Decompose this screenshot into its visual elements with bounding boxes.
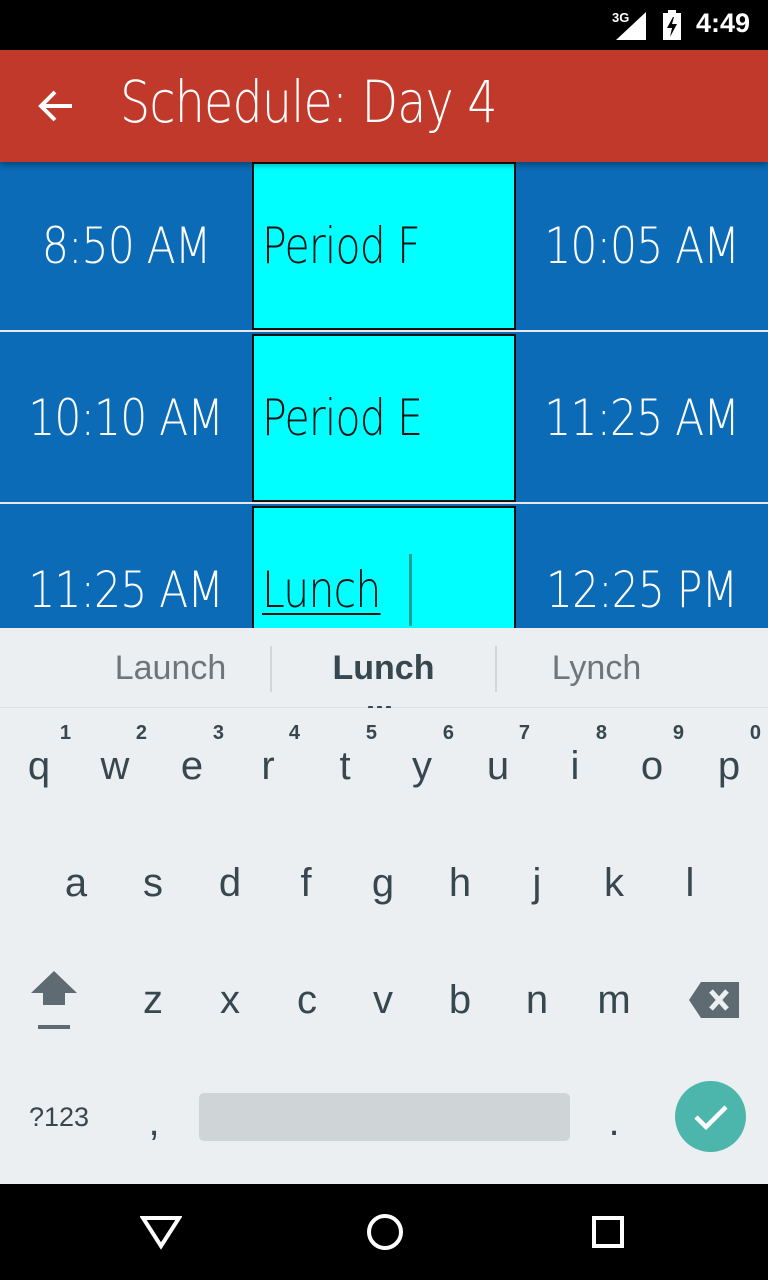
key-g[interactable]: g (345, 825, 421, 941)
key-i[interactable]: i8 (537, 708, 613, 824)
start-time[interactable]: 8:50 AM (0, 162, 252, 330)
key-c[interactable]: c (269, 942, 345, 1058)
checkmark-icon (693, 1104, 728, 1130)
key-h[interactable]: h (422, 825, 498, 941)
app-bar: Schedule: Day 4 (0, 50, 768, 162)
period-field[interactable]: Period F (252, 162, 516, 330)
shift-icon (31, 971, 77, 1029)
status-clock: 4:49 (696, 8, 751, 38)
key-z[interactable]: z (115, 942, 191, 1058)
key-a[interactable]: a (38, 825, 114, 941)
period-field[interactable]: Period E (252, 334, 516, 502)
key-w[interactable]: w2 (77, 708, 153, 824)
schedule-row: 11:25 AM Lunch 12:25 PM (0, 506, 768, 628)
key-k[interactable]: k (576, 825, 652, 941)
done-button[interactable] (675, 1081, 746, 1152)
suggestion-right[interactable]: Lynch (484, 628, 709, 708)
key-u[interactable]: u7 (460, 708, 536, 824)
battery-icon (663, 10, 681, 40)
key-n[interactable]: n (499, 942, 575, 1058)
schedule-row: 8:50 AM Period F 10:05 AM (0, 162, 768, 332)
shift-key[interactable] (14, 942, 94, 1058)
key-e[interactable]: e3 (154, 708, 230, 824)
more-suggestions-icon (368, 696, 400, 711)
end-time[interactable]: 12:25 PM (516, 506, 768, 628)
key-d[interactable]: d (192, 825, 268, 941)
key-x[interactable]: x (192, 942, 268, 1058)
key-f[interactable]: f (268, 825, 344, 941)
period-field-editing[interactable]: Lunch (252, 506, 516, 628)
delete-key[interactable] (674, 942, 754, 1058)
key-y[interactable]: y6 (384, 708, 460, 824)
system-nav-bar (0, 1184, 768, 1280)
spacebar[interactable] (199, 1093, 570, 1141)
period-key[interactable]: . (576, 1064, 652, 1180)
start-time[interactable]: 10:10 AM (0, 334, 252, 502)
comma-key[interactable]: , (116, 1064, 192, 1180)
signal-icon (616, 12, 646, 40)
key-j[interactable]: j (499, 825, 575, 941)
row-divider (0, 502, 768, 504)
page-title: Schedule: Day 4 (120, 68, 498, 136)
key-l[interactable]: l (652, 825, 728, 941)
suggestion-left[interactable]: Launch (58, 628, 283, 708)
back-arrow-icon[interactable] (36, 86, 76, 126)
text-cursor (408, 554, 412, 626)
end-time[interactable]: 10:05 AM (516, 162, 768, 330)
status-bar: 3G 4:49 (0, 0, 768, 50)
key-o[interactable]: o9 (614, 708, 690, 824)
back-triangle-icon[interactable] (140, 1212, 182, 1252)
key-r[interactable]: r4 (230, 708, 306, 824)
home-circle-icon[interactable] (365, 1212, 405, 1252)
key-p[interactable]: p0 (691, 708, 767, 824)
key-s[interactable]: s (115, 825, 191, 941)
key-m[interactable]: m (576, 942, 652, 1058)
end-time[interactable]: 11:25 AM (516, 334, 768, 502)
start-time[interactable]: 11:25 AM (0, 506, 252, 628)
symbols-key[interactable]: ?123 (20, 1059, 98, 1175)
key-t[interactable]: t5 (307, 708, 383, 824)
soft-keyboard: q1 w2 e3 r4 t5 y6 u7 i8 o9 p0 a s d f g … (0, 708, 768, 1184)
schedule-row: 10:10 AM Period E 11:25 AM (0, 334, 768, 504)
backspace-icon (689, 982, 739, 1018)
row-divider (0, 330, 768, 332)
schedule-list: 8:50 AM Period F 10:05 AM 10:10 AM Perio… (0, 162, 768, 628)
recents-square-icon[interactable] (590, 1212, 626, 1252)
key-b[interactable]: b (422, 942, 498, 1058)
key-q[interactable]: q1 (1, 708, 77, 824)
key-v[interactable]: v (345, 942, 421, 1058)
